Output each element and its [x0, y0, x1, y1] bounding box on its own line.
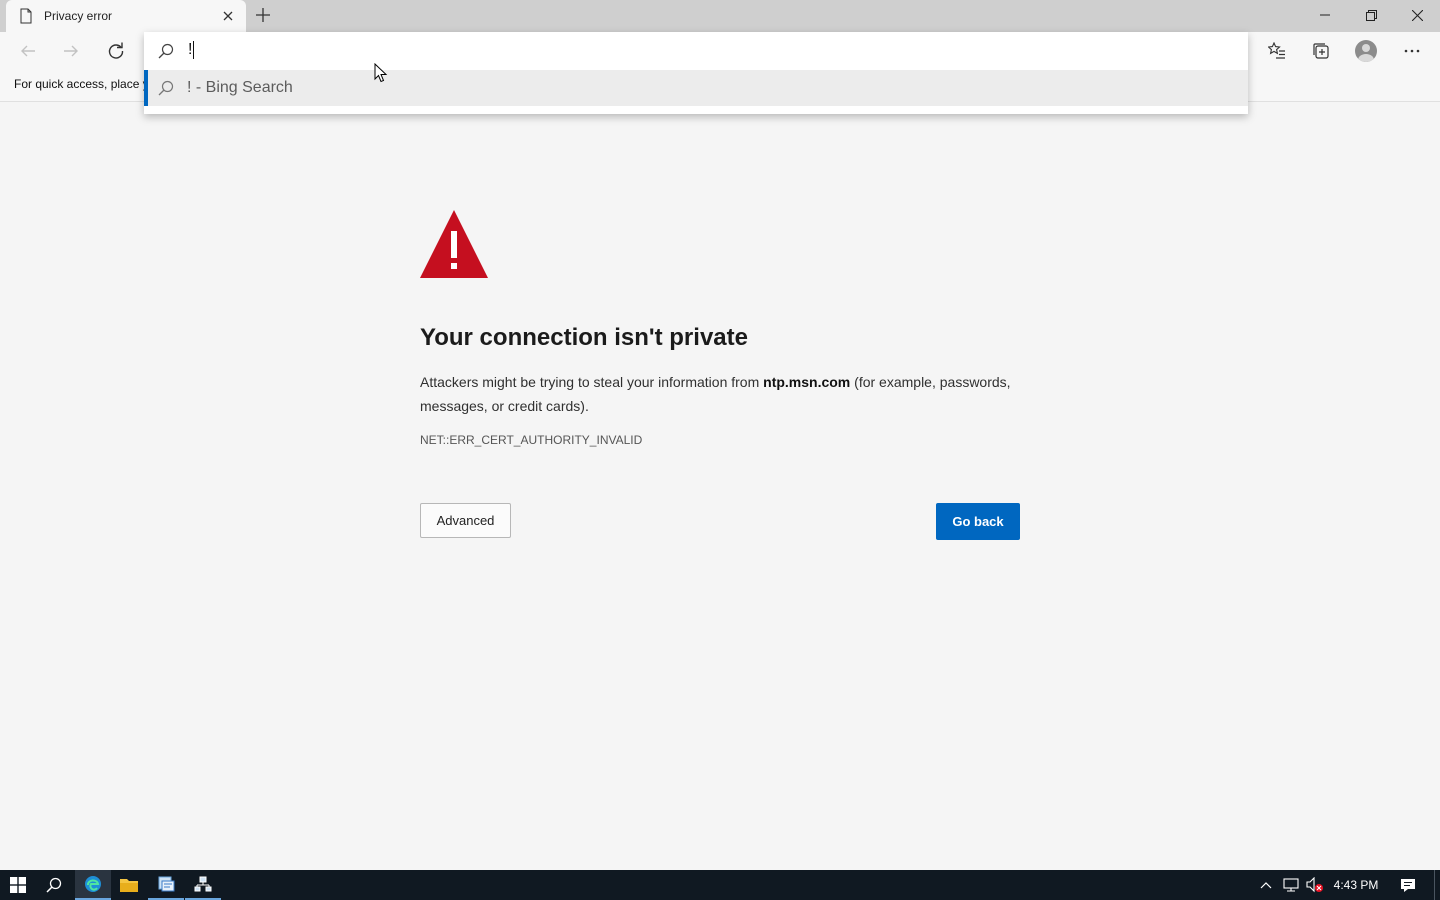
warning-triangle-icon [420, 210, 488, 278]
app-window-icon[interactable] [148, 870, 184, 900]
folder-icon[interactable] [111, 870, 147, 900]
mouse-cursor-icon [374, 63, 388, 83]
description-text: Attackers might be trying to steal your … [420, 374, 764, 390]
error-description: Attackers might be trying to steal your … [420, 370, 1030, 418]
suggestion-text: ! - Bing Search [187, 79, 293, 96]
favorites-bar-hint: For quick access, place your favorites h… [14, 77, 144, 91]
address-bar[interactable]: ! [144, 32, 1248, 69]
taskbar: 4:43 PM [0, 870, 1440, 900]
notification-icon[interactable] [1396, 870, 1420, 900]
tab-strip: Privacy error [0, 0, 1440, 32]
window-close-icon[interactable] [1394, 0, 1440, 30]
error-code: NET::ERR_CERT_AUTHORITY_INVALID [420, 433, 643, 447]
close-icon[interactable] [218, 6, 238, 26]
plus-icon[interactable] [252, 4, 274, 26]
go-back-button[interactable]: Go back [936, 503, 1020, 540]
address-input[interactable]: ! [188, 41, 1088, 60]
network-icon[interactable] [1280, 870, 1302, 900]
page-icon [20, 8, 32, 24]
advanced-button[interactable]: Advanced [420, 503, 511, 538]
search-icon [158, 43, 174, 58]
restore-icon[interactable] [1348, 0, 1394, 30]
address-bar-dropdown: ! ! - Bing Search [144, 32, 1248, 114]
more-icon[interactable] [1397, 36, 1427, 66]
back-arrow-icon[interactable] [13, 36, 43, 66]
volume-muted-icon[interactable] [1304, 870, 1326, 900]
tab-privacy-error[interactable]: Privacy error [6, 0, 246, 32]
show-desktop-button[interactable] [1434, 870, 1440, 900]
error-title: Your connection isn't private [420, 324, 748, 351]
avatar [1355, 40, 1377, 62]
search-icon [158, 80, 174, 96]
taskbar-clock[interactable]: 4:43 PM [1330, 870, 1382, 900]
error-domain: ntp.msn.com [763, 374, 851, 390]
profile-icon[interactable] [1351, 36, 1381, 66]
suggestion-bing-search[interactable]: ! - Bing Search [144, 70, 1248, 106]
network-app-icon[interactable] [185, 870, 221, 900]
minimize-icon[interactable] [1302, 0, 1348, 30]
forward-arrow-icon[interactable] [56, 36, 86, 66]
collections-icon[interactable] [1306, 36, 1336, 66]
taskbar-search-icon[interactable] [36, 870, 72, 900]
favorites-icon[interactable] [1262, 36, 1292, 66]
windows-start-icon[interactable] [0, 870, 36, 900]
chevron-up-icon[interactable] [1256, 870, 1276, 900]
tab-title: Privacy error [44, 9, 113, 23]
edge-icon[interactable] [75, 870, 111, 900]
reload-icon[interactable] [101, 36, 131, 66]
